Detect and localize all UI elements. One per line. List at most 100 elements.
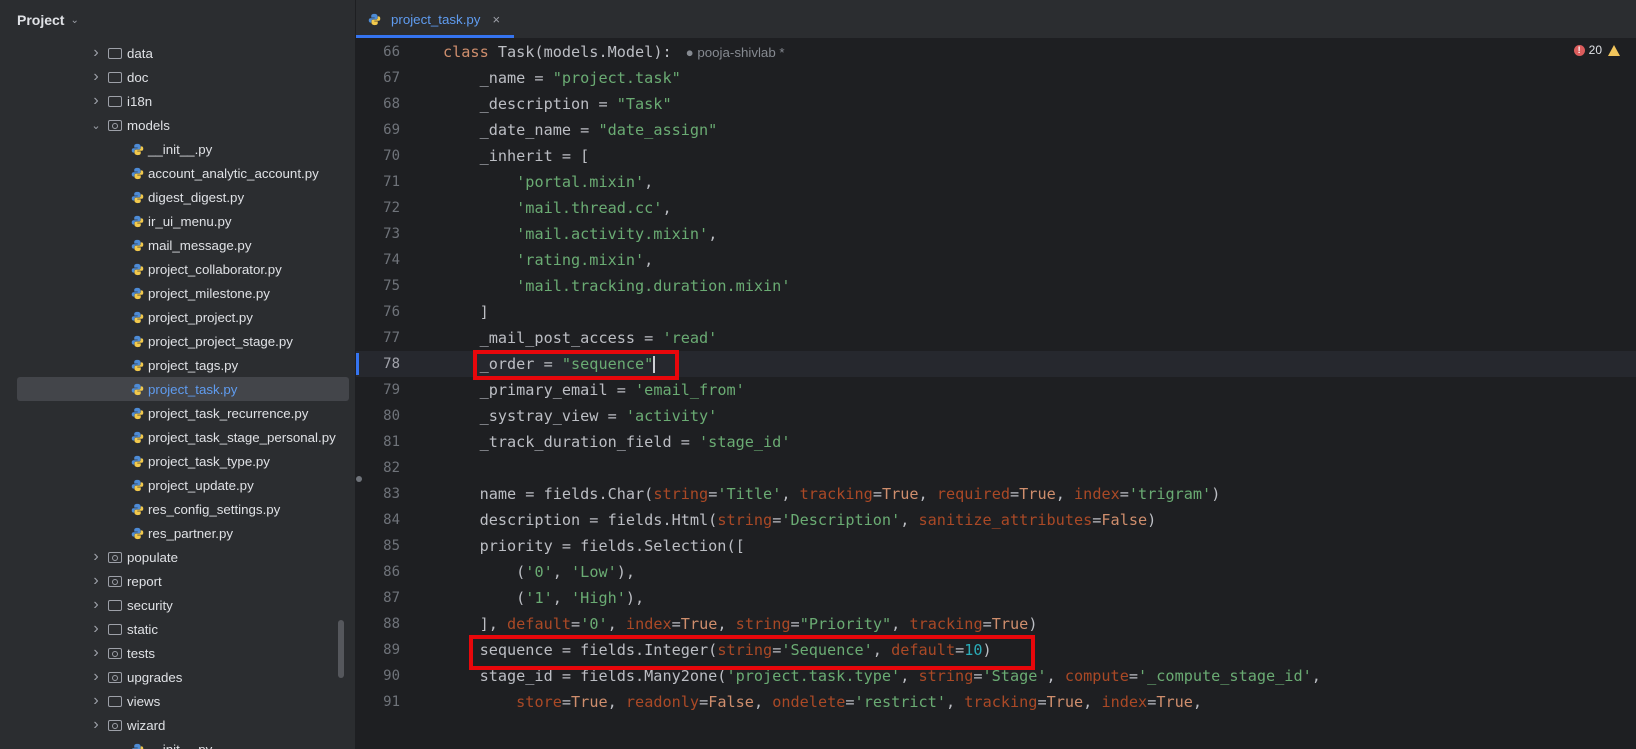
code-line[interactable]: 82 <box>356 455 1636 481</box>
file-item[interactable]: project_project_stage.py <box>0 329 355 353</box>
code-line[interactable]: 74 'rating.mixin', <box>356 247 1636 273</box>
folder-item[interactable]: › static <box>0 617 355 641</box>
code-line[interactable]: 79 _primary_email = 'email_from' <box>356 377 1636 403</box>
code-token: ) <box>1147 511 1157 529</box>
file-item[interactable]: project_task_recurrence.py <box>0 401 355 425</box>
code-token: 'Description' <box>781 511 901 529</box>
chevron-right-icon[interactable]: › <box>90 716 102 734</box>
folder-item[interactable]: › report <box>0 569 355 593</box>
sidebar-scrollbar[interactable] <box>338 620 344 678</box>
file-item[interactable]: project_update.py <box>0 473 355 497</box>
code-token: _inherit = [ <box>443 147 590 165</box>
tree-item-label: upgrades <box>127 669 183 685</box>
tab-project-task[interactable]: project_task.py × <box>356 0 515 38</box>
chevron-down-icon[interactable]: ⌄ <box>70 15 78 26</box>
code-line[interactable]: 85 priority = fields.Selection([ <box>356 533 1636 559</box>
code-line[interactable]: 72 'mail.thread.cc', <box>356 195 1636 221</box>
file-item[interactable]: project_task_stage_personal.py <box>0 425 355 449</box>
code-token: 'stage_id' <box>699 433 791 451</box>
folder-item[interactable]: › tests <box>0 641 355 665</box>
folder-icon <box>108 623 122 635</box>
code-token: _name = <box>443 69 553 87</box>
code-line[interactable]: 84 description = fields.Html(string='Des… <box>356 507 1636 533</box>
code-line[interactable]: 71 'portal.mixin', <box>356 169 1636 195</box>
chevron-right-icon[interactable]: › <box>90 548 102 566</box>
chevron-right-icon[interactable]: › <box>90 644 102 662</box>
chevron-right-icon[interactable]: › <box>90 620 102 638</box>
folder-item[interactable]: › wizard <box>0 713 355 737</box>
folder-item[interactable]: › populate <box>0 545 355 569</box>
code-line[interactable]: 91 store=True, readonly=False, ondelete=… <box>356 689 1636 715</box>
file-item[interactable]: project_milestone.py <box>0 281 355 305</box>
code-token: , <box>918 485 937 503</box>
code-line[interactable]: 81 _track_duration_field = 'stage_id' <box>356 429 1636 455</box>
folder-item[interactable]: › security <box>0 593 355 617</box>
project-view-header[interactable]: Project ⌄ <box>0 0 355 40</box>
code-line[interactable]: 88 ], default='0', index=True, string="P… <box>356 611 1636 637</box>
code-line[interactable]: 66 class Task(models.Model): ● pooja-shivl… <box>356 39 1636 65</box>
file-item[interactable]: __init__.py <box>0 737 355 749</box>
tree-item-label: populate <box>127 549 179 565</box>
file-item[interactable]: digest_digest.py <box>0 185 355 209</box>
code-line[interactable]: 69 _date_name = "date_assign" <box>356 117 1636 143</box>
folder-item[interactable]: › upgrades <box>0 665 355 689</box>
chevron-right-icon[interactable]: › <box>90 596 102 614</box>
line-number: 81 <box>383 434 400 450</box>
code-line[interactable]: 83 name = fields.Char(string='Title', tr… <box>356 481 1636 507</box>
file-item[interactable]: res_partner.py <box>0 521 355 545</box>
code-token: index <box>1101 693 1148 711</box>
code-line[interactable]: 68 _description = "Task" <box>356 91 1636 117</box>
code-line[interactable]: 76 ] <box>356 299 1636 325</box>
code-line[interactable]: 86 ('0', 'Low'), <box>356 559 1636 585</box>
code-token: = <box>790 615 800 633</box>
code-line[interactable]: 75 'mail.tracking.duration.mixin' <box>356 273 1636 299</box>
file-item[interactable]: project_task.py <box>17 377 349 401</box>
file-item[interactable]: __init__.py <box>0 137 355 161</box>
code-token: "Task" <box>616 95 672 113</box>
file-item[interactable]: account_analytic_account.py <box>0 161 355 185</box>
folder-item[interactable]: › i18n <box>0 89 355 113</box>
folder-item[interactable]: › data <box>0 41 355 65</box>
chevron-right-icon[interactable]: › <box>90 572 102 590</box>
folder-item[interactable]: ⌄ models <box>0 113 355 137</box>
chevron-down-icon[interactable]: ⌄ <box>90 119 102 132</box>
chevron-right-icon[interactable]: › <box>90 68 102 86</box>
code-line[interactable]: 67 _name = "project.task" <box>356 65 1636 91</box>
code-text: 'portal.mixin', <box>443 169 653 195</box>
code-token: 'mail.thread.cc' <box>516 199 663 217</box>
change-marker <box>356 353 359 375</box>
chevron-right-icon[interactable]: › <box>90 92 102 110</box>
tree-item-label: project_tags.py <box>148 357 239 373</box>
code-line[interactable]: 87 ('1', 'High'), <box>356 585 1636 611</box>
file-item[interactable]: ir_ui_menu.py <box>0 209 355 233</box>
python-file-icon <box>131 239 144 251</box>
code-token: 'mail.tracking.duration.mixin' <box>516 277 791 295</box>
file-item[interactable]: project_tags.py <box>0 353 355 377</box>
code-line[interactable]: 70 _inherit = [ <box>356 143 1636 169</box>
code-line[interactable]: 80 _systray_view = 'activity' <box>356 403 1636 429</box>
code-token: 'restrict' <box>854 693 946 711</box>
code-author-hint[interactable]: ● pooja-shivlab * <box>686 45 785 60</box>
chevron-right-icon[interactable]: › <box>90 44 102 62</box>
folder-item[interactable]: › doc <box>0 65 355 89</box>
code-line[interactable]: 77 _mail_post_access = 'read' <box>356 325 1636 351</box>
chevron-right-icon[interactable]: › <box>90 692 102 710</box>
code-token: = <box>1010 485 1020 503</box>
code-line[interactable]: 73 'mail.activity.mixin', <box>356 221 1636 247</box>
file-item[interactable]: project_task_type.py <box>0 449 355 473</box>
file-item[interactable]: project_project.py <box>0 305 355 329</box>
code-token: , <box>781 485 800 503</box>
chevron-right-icon[interactable]: › <box>90 668 102 686</box>
code-text: 'mail.activity.mixin', <box>443 221 717 247</box>
file-item[interactable]: project_collaborator.py <box>0 257 355 281</box>
code-token: default <box>507 615 572 633</box>
python-file-icon <box>131 431 144 443</box>
file-item[interactable]: res_config_settings.py <box>0 497 355 521</box>
folder-item[interactable]: › views <box>0 689 355 713</box>
code-editor[interactable]: ! 20 66 class Task(models.Model): ● pooja-… <box>356 39 1636 749</box>
python-file-icon <box>131 263 144 275</box>
close-icon[interactable]: × <box>492 12 500 27</box>
file-item[interactable]: mail_message.py <box>0 233 355 257</box>
fold-marker-icon[interactable] <box>356 476 362 482</box>
